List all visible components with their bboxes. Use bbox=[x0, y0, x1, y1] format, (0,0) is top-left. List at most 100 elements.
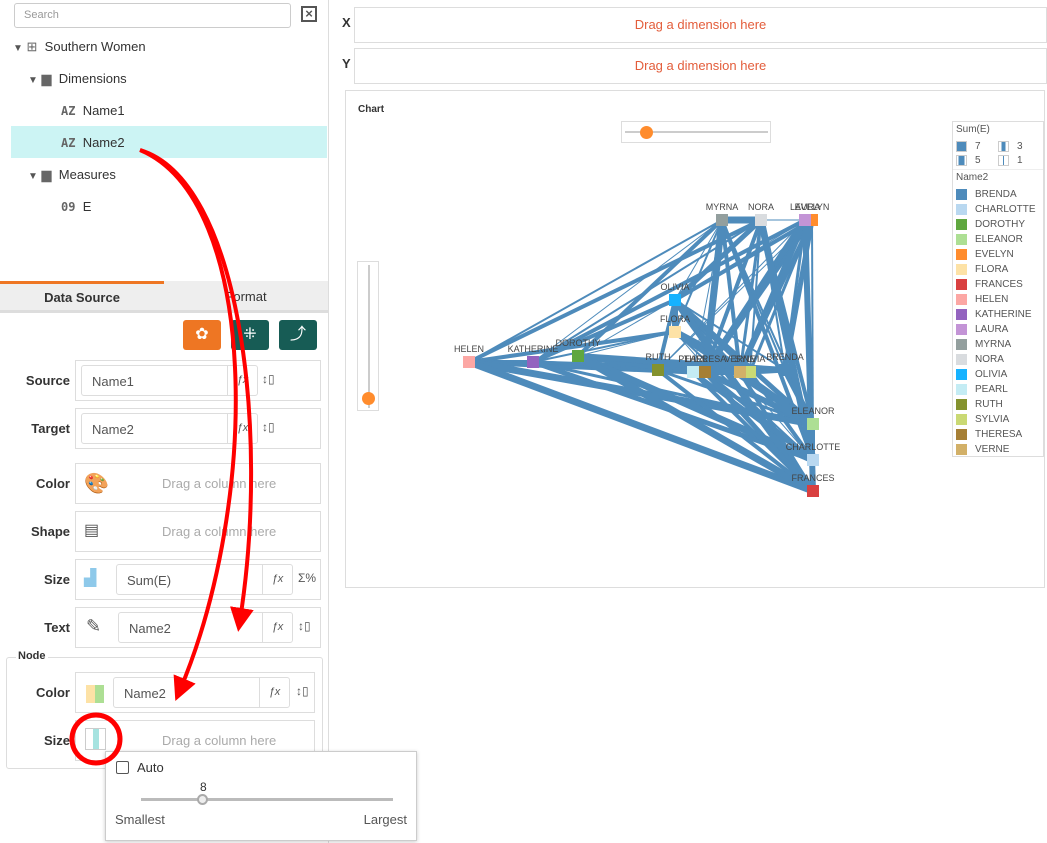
legend-size-item: 1 bbox=[998, 153, 1040, 167]
legend-swatch bbox=[956, 444, 967, 455]
legend-label: EVELYN bbox=[975, 249, 1014, 260]
legend-item[interactable]: FLORA bbox=[953, 262, 1043, 277]
legend-sizes: 7 3 5 1 bbox=[953, 137, 1043, 170]
legend-item[interactable]: FRANCES bbox=[953, 277, 1043, 292]
node-label: ELEANOR bbox=[791, 406, 835, 416]
legend-item[interactable]: EVELYN bbox=[953, 247, 1043, 262]
node-label: THERESA bbox=[684, 354, 727, 364]
node-label: OLIVIA bbox=[660, 282, 689, 292]
node[interactable] bbox=[463, 356, 475, 368]
legend-swatch bbox=[956, 264, 967, 275]
legend-swatch bbox=[956, 219, 967, 230]
legend-swatch bbox=[956, 249, 967, 260]
auto-label: Auto bbox=[137, 760, 164, 775]
size-value: 8 bbox=[200, 780, 207, 794]
legend-item[interactable]: VERNE bbox=[953, 442, 1043, 457]
legend-swatch bbox=[956, 369, 967, 380]
legend-label: HELEN bbox=[975, 294, 1009, 305]
node[interactable] bbox=[779, 364, 791, 376]
node-label: FRANCES bbox=[791, 473, 834, 483]
legend-swatch bbox=[956, 429, 967, 440]
min-label: Smallest bbox=[115, 812, 165, 827]
legend-swatch bbox=[956, 339, 967, 350]
legend-label: DOROTHY bbox=[975, 219, 1025, 230]
node-size-popup: Auto 8 Smallest Largest bbox=[105, 751, 417, 841]
network-graph: BRENDACHARLOTTEDOROTHYELEANOREVELYNFLORA… bbox=[454, 202, 841, 497]
legend-label: NORA bbox=[975, 354, 1004, 365]
legend-swatch bbox=[956, 384, 967, 395]
node[interactable] bbox=[807, 485, 819, 497]
legend-item[interactable]: THERESA bbox=[953, 427, 1043, 442]
legend-label: FLORA bbox=[975, 264, 1009, 275]
legend-swatch bbox=[956, 324, 967, 335]
legend-item[interactable]: HELEN bbox=[953, 292, 1043, 307]
node[interactable] bbox=[699, 366, 711, 378]
legend-item[interactable]: MYRNA bbox=[953, 337, 1043, 352]
node-label: FLORA bbox=[660, 314, 690, 324]
legend-swatch bbox=[956, 294, 967, 305]
node[interactable] bbox=[572, 350, 584, 362]
legend-swatch bbox=[956, 354, 967, 365]
legend-label: CHARLOTTE bbox=[975, 204, 1036, 215]
node[interactable] bbox=[687, 366, 699, 378]
legend-item[interactable]: DOROTHY bbox=[953, 217, 1043, 232]
node-label: KATHERINE bbox=[508, 344, 559, 354]
legend-swatch bbox=[956, 414, 967, 425]
legend-size-item: 5 bbox=[956, 153, 998, 167]
auto-checkbox[interactable] bbox=[116, 761, 129, 774]
node[interactable] bbox=[716, 214, 728, 226]
legend-label: BRENDA bbox=[975, 189, 1017, 200]
node[interactable] bbox=[652, 364, 664, 376]
legend-item[interactable]: RUTH bbox=[953, 397, 1043, 412]
legend-swatch bbox=[956, 309, 967, 320]
node[interactable] bbox=[734, 366, 746, 378]
node-label: HELEN bbox=[454, 344, 484, 354]
legend-label: SYLVIA bbox=[975, 414, 1010, 425]
legend-label: THERESA bbox=[975, 429, 1023, 440]
legend: Sum(E) 7 3 5 1 Name2 BRENDA CHARLOTTE DORO… bbox=[952, 121, 1044, 457]
legend-item[interactable]: OLIVIA bbox=[953, 367, 1043, 382]
node[interactable] bbox=[669, 326, 681, 338]
node-label: MYRNA bbox=[706, 202, 739, 212]
legend-item[interactable]: CHARLOTTE bbox=[953, 202, 1043, 217]
legend-item[interactable]: LAURA bbox=[953, 322, 1043, 337]
node-label: RUTH bbox=[646, 352, 671, 362]
node[interactable] bbox=[527, 356, 539, 368]
legend-label: MYRNA bbox=[975, 339, 1012, 350]
legend-item[interactable]: ELEANOR bbox=[953, 232, 1043, 247]
legend-item[interactable]: BRENDA bbox=[953, 187, 1043, 202]
legend-label: ELEANOR bbox=[975, 234, 1023, 245]
legend-swatch bbox=[956, 234, 967, 245]
legend-label: RUTH bbox=[975, 399, 1003, 410]
node[interactable] bbox=[755, 214, 767, 226]
legend-label: PEARL bbox=[975, 384, 1008, 395]
legend-item[interactable]: KATHERINE bbox=[953, 307, 1043, 322]
node[interactable] bbox=[799, 214, 811, 226]
legend-swatch bbox=[956, 399, 967, 410]
node[interactable] bbox=[669, 294, 681, 306]
legend-size-title: Sum(E) bbox=[956, 124, 990, 135]
legend-label: OLIVIA bbox=[975, 369, 1008, 380]
legend-item[interactable]: NORA bbox=[953, 352, 1043, 367]
node[interactable] bbox=[807, 454, 819, 466]
legend-swatch bbox=[956, 189, 967, 200]
node-label: LAURA bbox=[790, 202, 820, 212]
legend-swatch bbox=[956, 279, 967, 290]
node-label: BRENDA bbox=[766, 352, 804, 362]
node-label: CHARLOTTE bbox=[786, 442, 841, 452]
size-slider-thumb[interactable] bbox=[197, 794, 208, 805]
node-label: NORA bbox=[748, 202, 774, 212]
legend-label: VERNE bbox=[975, 444, 1010, 455]
max-label: Largest bbox=[363, 812, 407, 827]
legend-color-title: Name2 bbox=[956, 172, 989, 183]
size-slider-track[interactable] bbox=[141, 798, 393, 801]
legend-label: KATHERINE bbox=[975, 309, 1032, 320]
legend-item[interactable]: PEARL bbox=[953, 382, 1043, 397]
node[interactable] bbox=[807, 418, 819, 430]
legend-item[interactable]: SYLVIA bbox=[953, 412, 1043, 427]
legend-size-item: 7 bbox=[956, 139, 998, 153]
legend-label: LAURA bbox=[975, 324, 1009, 335]
node-label: VERNE bbox=[724, 354, 755, 364]
legend-label: FRANCES bbox=[975, 279, 1023, 290]
node-label: DOROTHY bbox=[556, 338, 601, 348]
